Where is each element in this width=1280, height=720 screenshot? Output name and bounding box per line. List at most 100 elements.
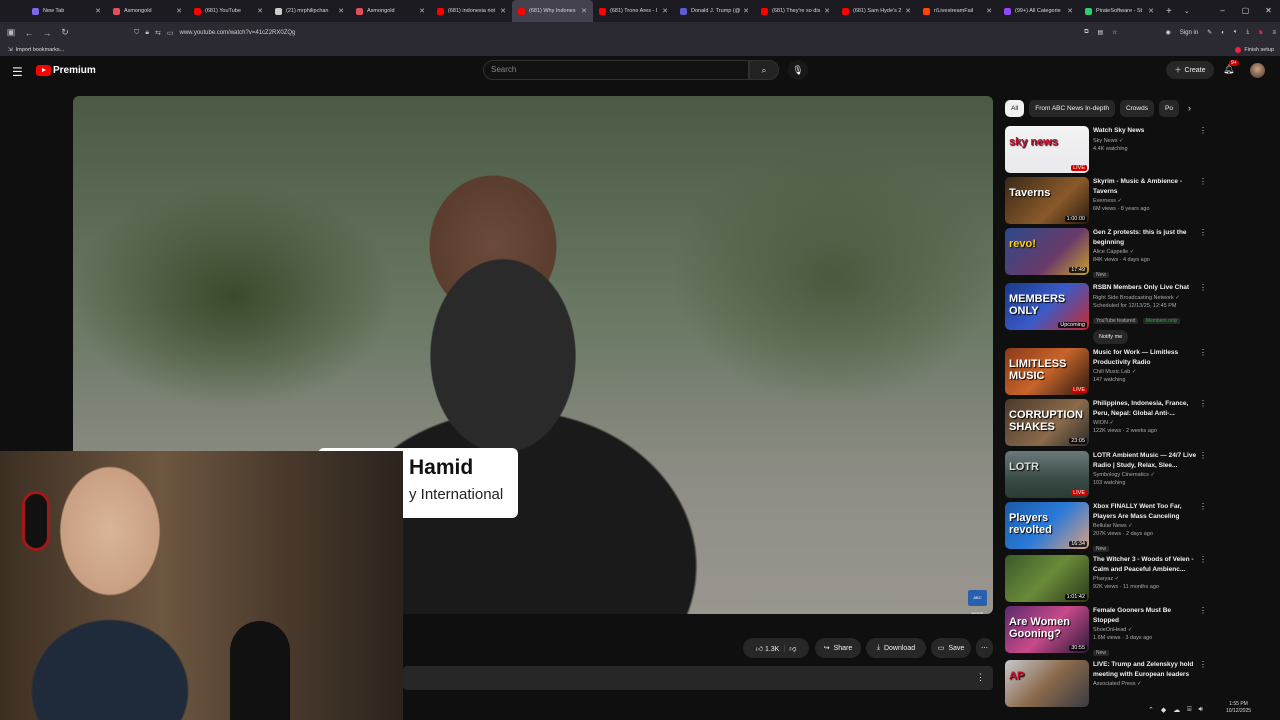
create-button[interactable]: ＋ Create — [1166, 61, 1214, 79]
volume-icon[interactable]: 🔈︎ — [1234, 29, 1238, 36]
channel-name-text[interactable]: ShoeOnHead — [1093, 627, 1126, 633]
video-thumbnail[interactable]: CORRUPTION SHAKES 23:05 — [1005, 399, 1089, 446]
channel-name[interactable]: WION ✓ — [1093, 420, 1197, 426]
video-thumbnail[interactable]: revo! 17:49 — [1005, 228, 1089, 275]
video-thumbnail[interactable]: LIMITLESS MUSIC LIVE — [1005, 348, 1089, 395]
tab-close-icon[interactable]: ✕ — [257, 7, 263, 15]
extension-red-icon[interactable]: ♞ — [1258, 29, 1263, 36]
minimize-icon[interactable]: – — [1211, 0, 1234, 22]
description-box[interactable]: ⋮ — [403, 666, 993, 690]
more-vertical-icon[interactable]: ⋮ — [976, 672, 985, 683]
filter-chip[interactable]: Crowds — [1119, 100, 1154, 117]
bookmark-star-icon[interactable]: ☆ — [1112, 29, 1117, 36]
tab-close-icon[interactable]: ✕ — [419, 7, 425, 15]
video-thumbnail[interactable]: Taverns 1:00:00 — [1005, 177, 1089, 224]
video-title[interactable]: Skyrim - Music & Ambience - Taverns — [1093, 177, 1197, 196]
screenshot-icon[interactable]: ⧉ — [1084, 29, 1088, 36]
permissions-icon[interactable]: ⇆ — [155, 29, 161, 37]
url-text[interactable]: www.youtube.com/watch?v=41cZ2RX0ZQg — [179, 30, 295, 36]
channel-name[interactable]: Bellular News ✓ — [1093, 523, 1197, 529]
video-title[interactable]: Philippines, Indonesia, France, Peru, Ne… — [1093, 399, 1197, 418]
more-vertical-icon[interactable]: ⋮ — [1199, 555, 1207, 564]
recommendation-item[interactable]: LOTR LIVE LOTR Ambient Music — 24/7 Live… — [1005, 451, 1207, 501]
dislike-button[interactable]: 👎︎ — [789, 644, 796, 653]
browser-tab[interactable]: (681) Sam Hyde's 2 ✕ — [836, 0, 917, 22]
tab-close-icon[interactable]: ✕ — [176, 7, 182, 15]
hamburger-menu-icon[interactable]: ☰ — [12, 65, 23, 79]
video-title[interactable]: Xbox FINALLY Went Too Far, Players Are M… — [1093, 502, 1197, 521]
save-button[interactable]: ▭ Save — [931, 638, 971, 658]
channel-name[interactable]: Chill Music Lab ✓ — [1093, 369, 1197, 375]
account-icon[interactable]: ◉ — [1166, 29, 1171, 36]
browser-tab[interactable]: (681) YouTube ✕ — [188, 0, 269, 22]
more-vertical-icon[interactable]: ⋮ — [1199, 660, 1207, 669]
video-title[interactable]: The Witcher 3 - Woods of Velen - Calm an… — [1093, 555, 1197, 574]
tab-close-icon[interactable]: ✕ — [581, 7, 587, 15]
finish-setup-label[interactable]: Finish setup — [1244, 47, 1274, 53]
browser-tab[interactable]: (21) mrphilipchan ✕ — [269, 0, 350, 22]
browser-tab[interactable]: (681) indonesia riot ✕ — [431, 0, 512, 22]
tab-close-icon[interactable]: ✕ — [500, 7, 506, 15]
browser-tab[interactable]: Donald J. Trump (@ ✕ — [674, 0, 755, 22]
channel-name[interactable]: Pharyaz ✓ — [1093, 576, 1197, 582]
recommendation-item[interactable]: revo! 17:49 Gen Z protests: this is just… — [1005, 228, 1207, 278]
address-bar[interactable]: ⛉ 🔒︎ ⇆ ▭ www.youtube.com/watch?v=41cZ2RX… — [134, 25, 1104, 40]
tab-close-icon[interactable]: ✕ — [743, 7, 749, 15]
browser-tab[interactable]: Asmongold ✕ — [350, 0, 431, 22]
browser-tab[interactable]: (681) Why Indones ✕ — [512, 0, 593, 22]
chips-next-chevron-icon[interactable]: › — [1188, 103, 1191, 113]
more-vertical-icon[interactable]: ⋮ — [1199, 606, 1207, 615]
sidebar-toggle-icon[interactable]: ▣ — [2, 27, 20, 38]
recommendation-item[interactable]: Players revolted 16:34 Xbox FINALLY Went… — [1005, 502, 1207, 552]
download-button[interactable]: ⤓ Download — [866, 638, 926, 658]
import-bookmarks-link[interactable]: Import bookmarks... — [16, 47, 65, 53]
browser-tab[interactable]: Asmongold ✕ — [107, 0, 188, 22]
video-thumbnail[interactable]: Players revolted 16:34 — [1005, 502, 1089, 549]
more-vertical-icon[interactable]: ⋮ — [1199, 399, 1207, 408]
channel-watermark[interactable]: ABC NEWS — [968, 590, 987, 614]
new-tab-button[interactable]: + — [1166, 6, 1172, 17]
tray-up-icon[interactable]: ⌃ — [1148, 706, 1154, 714]
reader-icon[interactable]: ▤ — [1098, 29, 1104, 36]
more-vertical-icon[interactable]: ⋮ — [1199, 502, 1207, 511]
search-button[interactable]: ⌕ — [749, 60, 779, 80]
cast-icon[interactable]: ▭ — [167, 29, 174, 37]
channel-name[interactable]: ShoeOnHead ✓ — [1093, 627, 1197, 633]
browser-tab[interactable]: New Tab ✕ — [26, 0, 107, 22]
finish-setup[interactable]: Finish setup — [1235, 43, 1274, 56]
like-button[interactable]: 👍︎ 1.3K — [756, 644, 780, 653]
channel-name-text[interactable]: Sky News — [1093, 138, 1117, 144]
video-title[interactable]: Gen Z protests: this is just the beginni… — [1093, 228, 1197, 247]
channel-name[interactable]: Symbology Cinematics ✓ — [1093, 472, 1197, 478]
downloads-icon[interactable]: ⤓ — [1246, 29, 1249, 36]
avatar[interactable] — [1250, 63, 1265, 78]
sign-in-button[interactable]: Sign in — [1180, 30, 1198, 36]
channel-name[interactable]: Everness ✓ — [1093, 198, 1197, 204]
channel-name-text[interactable]: Chill Music Lab — [1093, 369, 1130, 375]
tab-close-icon[interactable]: ✕ — [95, 7, 101, 15]
youtube-logo[interactable]: Premium — [36, 65, 96, 76]
video-thumbnail[interactable]: LOTR LIVE — [1005, 451, 1089, 498]
tab-close-icon[interactable]: ✕ — [824, 7, 830, 15]
tray-cloud-icon[interactable]: ☁ — [1173, 706, 1180, 714]
tray-volume-icon[interactable]: 🔊︎ — [1198, 706, 1202, 714]
more-vertical-icon[interactable]: ⋮ — [1199, 177, 1207, 186]
channel-name[interactable]: Alice Cappelle ✓ — [1093, 249, 1197, 255]
browser-tab[interactable]: r/LivestreamFail ✕ — [917, 0, 998, 22]
channel-name-text[interactable]: Symbology Cinematics — [1093, 472, 1149, 478]
voice-search-button[interactable]: 🎙︎ — [788, 60, 808, 80]
extensions-icon[interactable]: ✎ — [1207, 29, 1212, 36]
browser-tab[interactable]: (681) They're so dis ✕ — [755, 0, 836, 22]
tray-app-icon[interactable]: ◆ — [1161, 706, 1166, 714]
close-window-icon[interactable]: ✕ — [1257, 0, 1280, 22]
more-vertical-icon[interactable]: ⋮ — [1199, 451, 1207, 460]
more-vertical-icon[interactable]: ⋮ — [1199, 283, 1207, 292]
filter-chip[interactable]: Po — [1158, 100, 1179, 117]
forward-icon[interactable]: → — [38, 28, 56, 38]
channel-name-text[interactable]: Pharyaz — [1093, 576, 1113, 582]
more-actions-button[interactable]: ⋯ — [976, 638, 993, 658]
tracking-icon[interactable]: ◐ — [1221, 30, 1225, 36]
channel-name-text[interactable]: Everness — [1093, 198, 1116, 204]
tab-close-icon[interactable]: ✕ — [1067, 7, 1073, 15]
tab-close-icon[interactable]: ✕ — [905, 7, 911, 15]
